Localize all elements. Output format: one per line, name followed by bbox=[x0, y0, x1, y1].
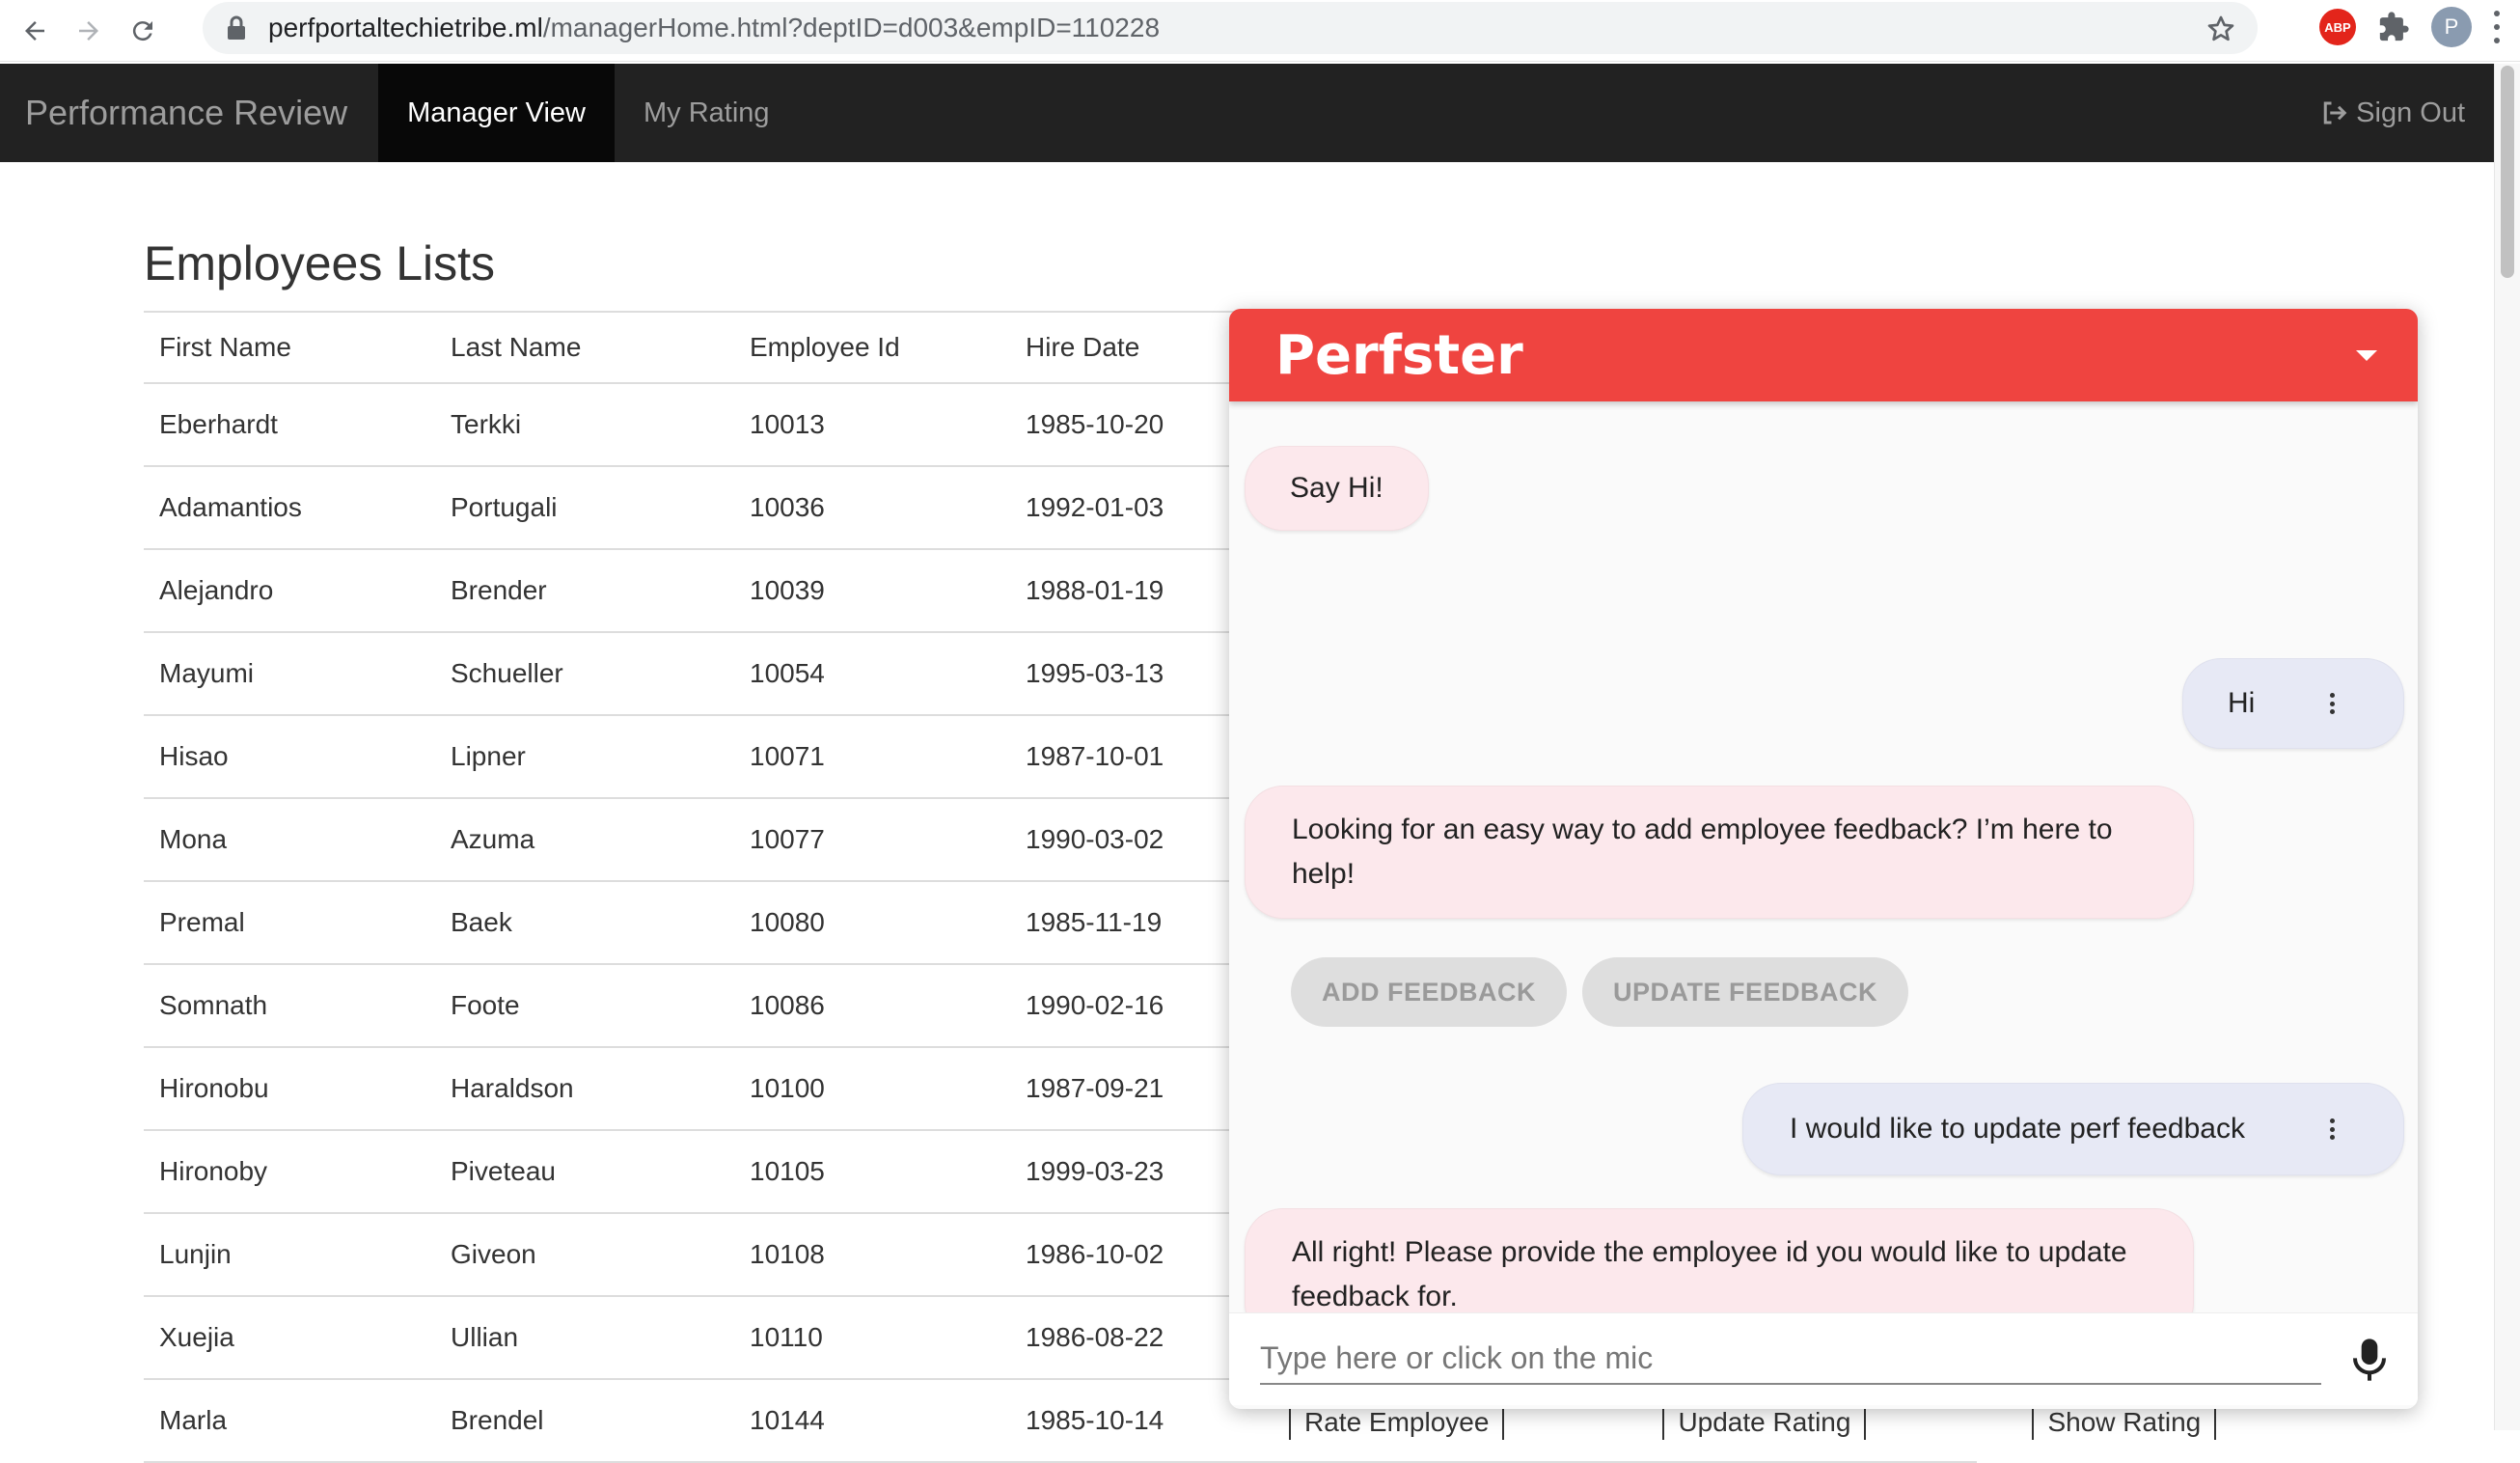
url-path: /managerHome.html?deptID=d003&empID=1102… bbox=[542, 13, 1161, 42]
table-cell: Haraldson bbox=[435, 1047, 734, 1131]
table-cell: 10039 bbox=[734, 549, 1010, 633]
table-cell: Lunjin bbox=[144, 1213, 435, 1297]
table-cell: 10105 bbox=[734, 1130, 1010, 1214]
microphone-icon[interactable] bbox=[2350, 1337, 2389, 1383]
table-cell: Brender bbox=[435, 549, 734, 633]
table-cell: Marla bbox=[144, 1379, 435, 1463]
signout-label: Sign Out bbox=[2356, 97, 2465, 128]
table-cell: 10054 bbox=[734, 632, 1010, 716]
table-cell: Hironoby bbox=[144, 1130, 435, 1214]
suggestion-chips: ADD FEEDBACK UPDATE FEEDBACK bbox=[1291, 957, 1909, 1027]
table-cell: 10071 bbox=[734, 715, 1010, 799]
table-cell: Somnath bbox=[144, 964, 435, 1048]
table-cell: 10110 bbox=[734, 1296, 1010, 1380]
signout-icon bbox=[2323, 101, 2347, 124]
table-cell: Mona bbox=[144, 798, 435, 882]
update-feedback-chip[interactable]: UPDATE FEEDBACK bbox=[1582, 957, 1909, 1027]
table-cell: Brendel bbox=[435, 1379, 734, 1463]
user-message-text: I would like to update perf feedback bbox=[1790, 1113, 2245, 1145]
user-message-text: Hi bbox=[2228, 687, 2256, 719]
extensions-puzzle-icon[interactable] bbox=[2377, 11, 2410, 43]
add-feedback-chip[interactable]: ADD FEEDBACK bbox=[1291, 957, 1567, 1027]
table-cell: Azuma bbox=[435, 798, 734, 882]
signout-link[interactable]: Sign Out bbox=[2319, 64, 2465, 162]
reload-button[interactable] bbox=[116, 4, 170, 58]
table-cell: 10086 bbox=[734, 964, 1010, 1048]
table-cell: Ullian bbox=[435, 1296, 734, 1380]
extensions-area: ABP P bbox=[2319, 0, 2520, 54]
chat-input-bar bbox=[1229, 1312, 2418, 1405]
table-cell: 10108 bbox=[734, 1213, 1010, 1297]
table-cell: Piveteau bbox=[435, 1130, 734, 1214]
column-header: Last Name bbox=[435, 311, 734, 384]
table-cell: Premal bbox=[144, 881, 435, 965]
page-title: Employees Lists bbox=[144, 236, 496, 290]
table-cell: 10077 bbox=[734, 798, 1010, 882]
adblock-icon[interactable]: ABP bbox=[2319, 9, 2356, 45]
reload-icon bbox=[132, 20, 152, 41]
message-menu-icon[interactable] bbox=[2330, 693, 2336, 714]
bot-message: Say Hi! bbox=[1245, 446, 1429, 531]
message-menu-icon[interactable] bbox=[2330, 1118, 2336, 1140]
table-cell: Hironobu bbox=[144, 1047, 435, 1131]
table-cell: 10080 bbox=[734, 881, 1010, 965]
table-cell: Terkki bbox=[435, 383, 734, 467]
table-cell: Giveon bbox=[435, 1213, 734, 1297]
table-cell: Mayumi bbox=[144, 632, 435, 716]
table-cell: Foote bbox=[435, 964, 734, 1048]
table-cell: Lipner bbox=[435, 715, 734, 799]
chat-header: Perfster bbox=[1229, 309, 2418, 401]
table-cell: 10036 bbox=[734, 466, 1010, 550]
brand-title[interactable]: Performance Review bbox=[0, 64, 378, 162]
chat-message-input[interactable] bbox=[1260, 1333, 2321, 1385]
scrollbar-thumb[interactable] bbox=[2501, 66, 2514, 278]
forward-button[interactable] bbox=[62, 4, 116, 58]
table-cell: Schueller bbox=[435, 632, 734, 716]
back-button[interactable] bbox=[8, 4, 62, 58]
table-cell: Xuejia bbox=[144, 1296, 435, 1380]
nav-my-rating[interactable]: My Rating bbox=[615, 64, 799, 162]
address-bar[interactable]: perfportaltechietribe.ml/managerHome.htm… bbox=[203, 2, 2258, 54]
page-scrollbar[interactable] bbox=[2494, 64, 2520, 1430]
table-cell: Baek bbox=[435, 881, 734, 965]
table-cell: 10013 bbox=[734, 383, 1010, 467]
chat-messages: Say Hi! Hi Looking for an easy way to ad… bbox=[1229, 401, 2418, 1405]
nav-manager-view[interactable]: Manager View bbox=[378, 64, 615, 162]
table-cell: Adamantios bbox=[144, 466, 435, 550]
bookmark-star-icon[interactable] bbox=[2205, 14, 2236, 44]
url-host: perfportaltechietribe.ml bbox=[268, 13, 543, 42]
chat-title: Perfster bbox=[1275, 323, 1523, 387]
table-cell: 10144 bbox=[734, 1379, 1010, 1463]
user-message: I would like to update perf feedback bbox=[1742, 1083, 2404, 1175]
lock-icon bbox=[228, 15, 245, 40]
profile-avatar[interactable]: P bbox=[2431, 7, 2472, 47]
app-navbar: Performance Review Manager View My Ratin… bbox=[0, 64, 2494, 162]
browser-toolbar: perfportaltechietribe.ml/managerHome.htm… bbox=[0, 0, 2520, 62]
collapse-caret-icon[interactable] bbox=[2356, 349, 2377, 361]
table-cell: Eberhardt bbox=[144, 383, 435, 467]
browser-menu-icon[interactable] bbox=[2493, 11, 2501, 43]
table-cell: Portugali bbox=[435, 466, 734, 550]
user-message: Hi bbox=[2182, 658, 2404, 749]
table-cell: 10100 bbox=[734, 1047, 1010, 1131]
chatbot-widget: Perfster Say Hi! Hi Looking for an easy … bbox=[1229, 309, 2418, 1409]
table-cell: Alejandro bbox=[144, 549, 435, 633]
arrow-right-icon bbox=[79, 20, 98, 41]
column-header: First Name bbox=[144, 311, 435, 384]
arrow-left-icon bbox=[25, 20, 44, 41]
table-cell: Hisao bbox=[144, 715, 435, 799]
bot-message: Looking for an easy way to add employee … bbox=[1245, 786, 2194, 919]
column-header: Employee Id bbox=[734, 311, 1010, 384]
